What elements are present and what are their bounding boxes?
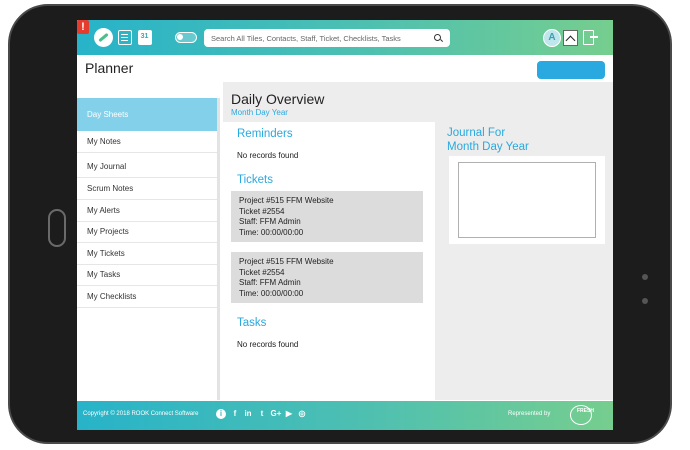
overview-title: Daily Overview xyxy=(231,91,325,107)
google-plus-icon[interactable]: G+ xyxy=(270,409,282,418)
ticket-project: Project #515 FFM Website xyxy=(239,257,334,266)
ticket-card[interactable]: Project #515 FFM Website Ticket #2554 St… xyxy=(231,191,423,242)
toggle-switch[interactable] xyxy=(175,32,197,43)
sensor-dot xyxy=(642,298,648,304)
search-icon[interactable] xyxy=(434,34,441,41)
tasks-title: Tasks xyxy=(237,317,267,329)
ticket-time: Time: 00:00/00:00 xyxy=(239,288,304,298)
ticket-number: Ticket #2554 xyxy=(239,267,285,277)
home-button[interactable] xyxy=(48,209,66,247)
journal-panel: Journal For Month Day Year xyxy=(439,122,609,400)
sidebar-item-scrum-notes[interactable]: Scrum Notes xyxy=(77,178,217,200)
journal-entry-box[interactable] xyxy=(458,162,596,238)
alert-icon[interactable] xyxy=(77,20,89,34)
notes-icon[interactable] xyxy=(118,30,132,45)
info-icon[interactable]: i xyxy=(216,409,226,419)
ticket-staff: Staff: FFM Admin xyxy=(239,278,301,287)
ticket-staff: Staff: FFM Admin xyxy=(239,217,301,226)
tickets-title: Tickets xyxy=(237,174,273,186)
ticket-time: Time: 00:00/00:00 xyxy=(239,227,304,237)
reminders-empty-text: No records found xyxy=(237,151,299,160)
app-logo-icon[interactable] xyxy=(94,28,113,47)
ticket-number: Ticket #2554 xyxy=(239,206,285,216)
sidebar: Day Sheets My Notes My Journal Scrum Not… xyxy=(77,98,220,400)
avatar[interactable]: A xyxy=(543,29,561,47)
linkedin-icon[interactable]: in xyxy=(243,409,253,418)
facebook-icon[interactable]: f xyxy=(230,409,240,418)
copyright-text: Copyright © 2018 ROOK Connect Software xyxy=(83,411,199,417)
sensor-dot xyxy=(642,274,648,280)
journal-date: Month Day Year xyxy=(447,141,529,153)
sidebar-item-my-journal[interactable]: My Journal xyxy=(77,156,217,178)
overview-left-panel: Reminders No records found Tickets Proje… xyxy=(223,122,435,400)
twitter-icon[interactable]: t xyxy=(257,409,267,418)
search-input[interactable] xyxy=(204,29,426,47)
journal-title-line: Journal For xyxy=(447,127,506,139)
instagram-icon[interactable]: ◎ xyxy=(297,409,307,418)
partner-logo-text: FRESH xyxy=(577,408,594,414)
sidebar-item-my-projects[interactable]: My Projects xyxy=(77,221,217,243)
sidebar-item-my-tasks[interactable]: My Tasks xyxy=(77,264,217,286)
sidebar-item-my-alerts[interactable]: My Alerts xyxy=(77,200,217,222)
logout-icon[interactable] xyxy=(583,30,598,45)
chevron-up-button[interactable] xyxy=(563,30,578,46)
reminders-title: Reminders xyxy=(237,128,293,140)
footer: Copyright © 2018 ROOK Connect Software i… xyxy=(77,401,613,430)
tasks-empty-text: No records found xyxy=(237,340,299,349)
journal-title: Journal For Month Day Year xyxy=(447,126,529,154)
youtube-icon[interactable]: ▶ xyxy=(284,409,294,418)
sidebar-item-my-checklists[interactable]: My Checklists xyxy=(77,286,217,308)
journal-container xyxy=(449,156,605,244)
sidebar-item-day-sheets[interactable]: Day Sheets xyxy=(77,98,217,131)
page-title: Planner xyxy=(85,60,134,76)
search-bar xyxy=(204,29,450,47)
represented-by-text: Represented by xyxy=(508,411,551,417)
sidebar-item-my-notes[interactable]: My Notes xyxy=(77,131,217,153)
ticket-card[interactable]: Project #515 FFM Website Ticket #2554 St… xyxy=(231,252,423,303)
ticket-project: Project #515 FFM Website xyxy=(239,196,334,205)
header-action-button[interactable] xyxy=(537,61,605,79)
calendar-icon[interactable] xyxy=(138,30,152,45)
top-bar: A xyxy=(77,20,613,55)
overview-date: Month Day Year xyxy=(231,108,288,117)
sidebar-item-my-tickets[interactable]: My Tickets xyxy=(77,243,217,265)
main-content: Daily Overview Month Day Year Reminders … xyxy=(223,82,613,400)
app-screen: A Planner Day Sheets My Notes My Journal… xyxy=(77,20,613,430)
